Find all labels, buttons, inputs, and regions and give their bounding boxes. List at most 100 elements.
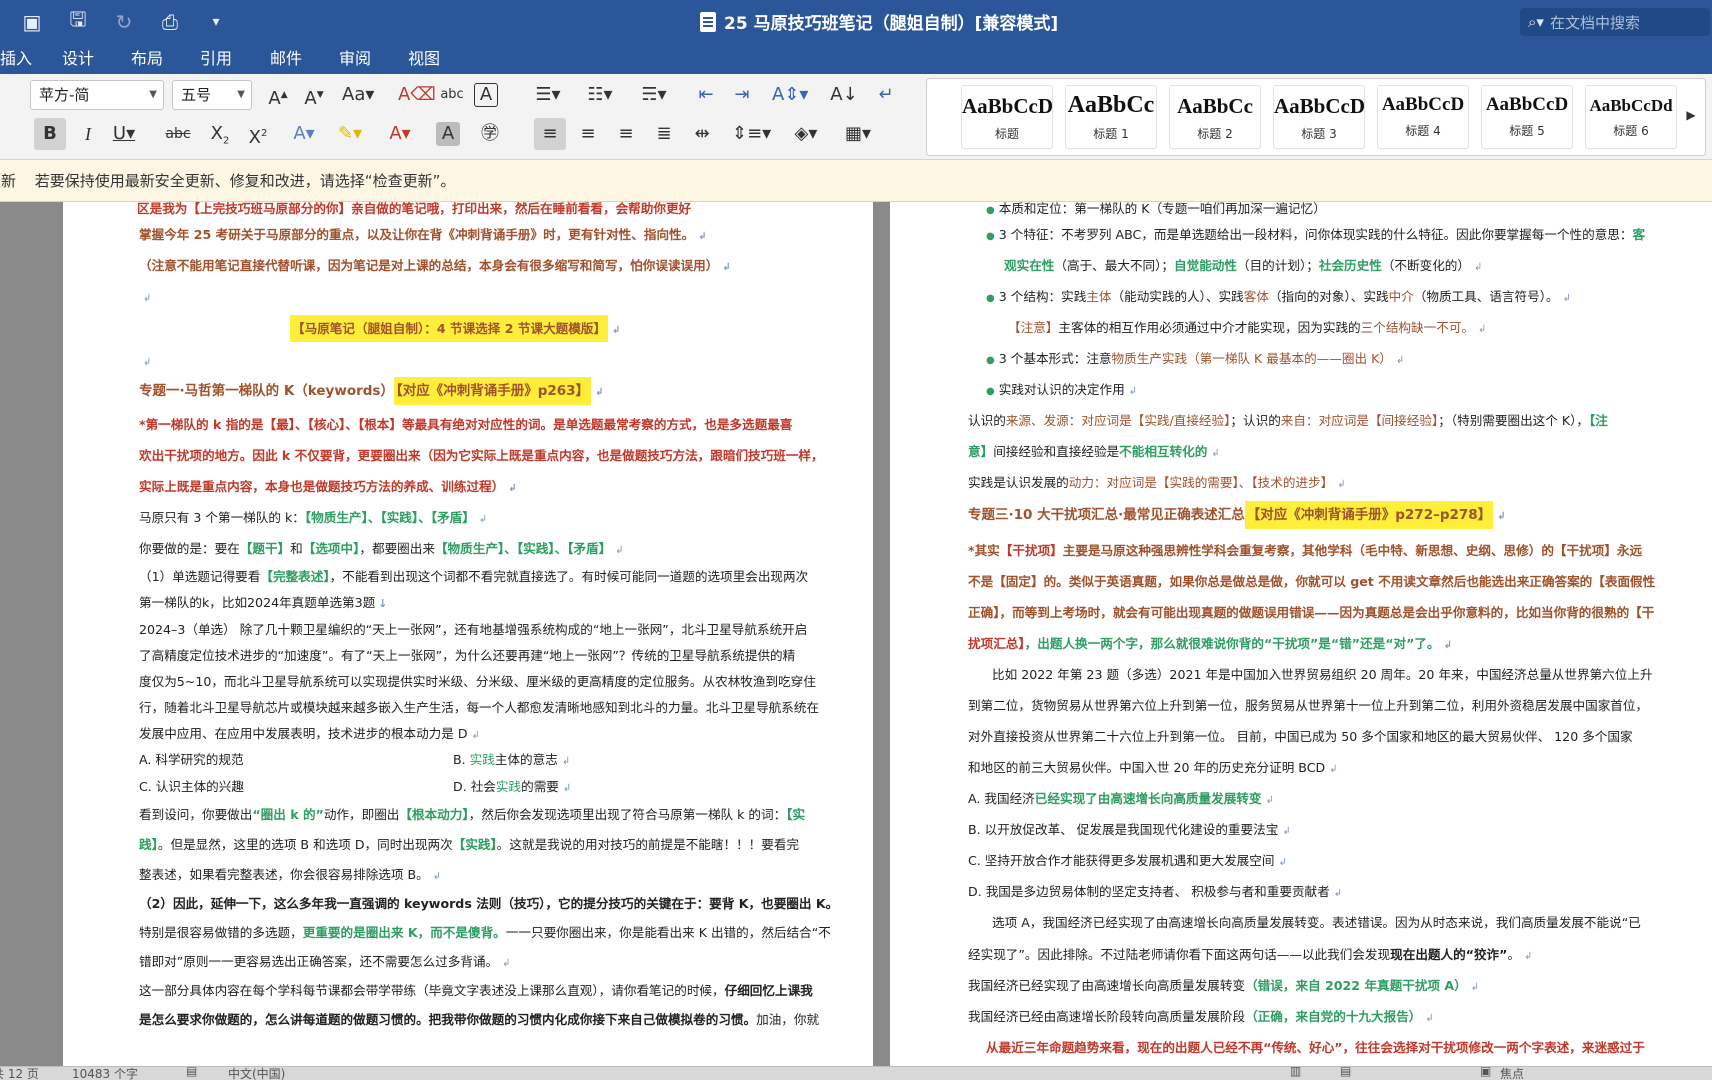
language-status[interactable]: 中文(中国)	[228, 1067, 285, 1080]
style-heading-5[interactable]: AaBbCcD 标题 5	[1481, 85, 1573, 149]
text-run: 加油，你就	[756, 1012, 820, 1027]
numbering-icon[interactable]: ☷▾	[584, 79, 616, 111]
styles-more-icon[interactable]: ▶	[1683, 99, 1699, 131]
distributed-align-button[interactable]: ⇹	[686, 118, 718, 150]
tab-review[interactable]: 审阅	[339, 44, 371, 74]
character-shading-icon[interactable]: A	[436, 122, 460, 146]
enclose-characters-icon[interactable]: ㊫	[474, 118, 506, 150]
paragraph-mark-icon: ↲	[1477, 324, 1487, 335]
text-effects-icon[interactable]: A▾	[288, 118, 320, 150]
clear-formatting-icon[interactable]: A⌫	[398, 79, 436, 111]
highlight-color-icon[interactable]: ✎▾	[334, 118, 366, 150]
document-page-right[interactable]: ● 本质和定位：第一梯队的 K（专题一咱们再加深一遍记忆） ● 3 个特征：不考罗列…	[890, 202, 1712, 1066]
text-run: （目的计划）；	[1236, 258, 1319, 273]
style-heading-4[interactable]: AaBbCcD 标题 4	[1377, 85, 1469, 149]
keyword-text: 意】	[968, 444, 994, 459]
paragraph-mark-icon: ↲	[1524, 951, 1533, 962]
line-break-icon: ↓	[378, 597, 388, 610]
tab-mailings[interactable]: 邮件	[270, 44, 302, 74]
paragraph-mark-icon: ↲	[1562, 293, 1571, 304]
show-formatting-icon[interactable]: ↵	[870, 79, 902, 111]
heading-text: 专题一·马哲第一梯队的 K（keywords）	[139, 383, 394, 399]
text-line: （1）单选题记得要看【完整表述】，不能看到出现这个词都不看完就直接选了。有时候可…	[139, 568, 808, 586]
focus-icon[interactable]: ▣	[1480, 1067, 1491, 1078]
shrink-font-icon[interactable]: A▼	[298, 79, 330, 111]
phonetic-guide-icon[interactable]: abc	[436, 79, 468, 111]
text-run: （物质工具、语言符号）。	[1413, 289, 1559, 304]
superscript-button[interactable]: X2	[242, 118, 274, 150]
multilevel-list-icon[interactable]: ☴▾	[638, 79, 670, 111]
align-left-button[interactable]: ≡	[534, 118, 566, 150]
customize-toolbar-icon[interactable]: ▾	[202, 8, 230, 36]
tab-insert[interactable]: 插入	[0, 44, 32, 74]
document-page-left[interactable]: 区是我为【上完技巧班马原部分的你】亲自做的笔记哦，打印出来，然后在睡前看看，会帮…	[63, 202, 873, 1066]
view-web-layout-icon[interactable]: ▤	[1340, 1067, 1351, 1078]
grow-font-icon[interactable]: A▲	[262, 79, 294, 111]
tab-design[interactable]: 设计	[62, 44, 94, 74]
keyword-text: 【物质生产】、【实践】、【矛盾】	[434, 541, 612, 556]
bullets-icon[interactable]: ☰▾	[532, 79, 564, 111]
text-run: *其实	[968, 543, 1000, 558]
redo-icon[interactable]: ↻	[110, 8, 138, 36]
style-name: 标题 6	[1613, 124, 1649, 138]
style-heading-3[interactable]: AaBbCcD 标题 3	[1273, 85, 1365, 149]
italic-button[interactable]: I	[72, 118, 104, 150]
print-icon[interactable]: ⎙	[156, 8, 184, 36]
bullet-icon: ●	[986, 355, 995, 366]
paragraph-mark-icon: ↲	[561, 756, 571, 767]
text-line: 第一梯队的k，比如2024年真题单选第3题 ↓	[139, 594, 387, 613]
bold-button[interactable]: B	[34, 118, 66, 150]
sort-icon[interactable]: A↓	[828, 79, 860, 111]
style-heading-2[interactable]: AaBbCc 标题 2	[1169, 85, 1261, 149]
decrease-indent-icon[interactable]: ⇤	[690, 79, 722, 111]
style-heading-1[interactable]: AaBbCc 标题 1	[1065, 85, 1157, 149]
character-border-icon[interactable]: A	[474, 83, 498, 107]
borders-icon[interactable]: ▦▾	[842, 118, 874, 150]
paragraph-mark-icon: ↲	[1425, 1013, 1434, 1024]
underline-button[interactable]: U▾	[108, 118, 140, 150]
text-run: ，不能看到出现这个词都不看完就直接选了。有时候可能同一道题的选项里会出现两次	[329, 569, 809, 584]
text-line: 经实现了”。因此排除。不过陆老师请你看下面这两句话——以此我们会发现现在出题人的…	[968, 946, 1532, 966]
justify-button[interactable]: ≣	[648, 118, 680, 150]
focus-label[interactable]: 焦点	[1500, 1067, 1524, 1080]
align-right-button[interactable]: ≡	[610, 118, 642, 150]
style-title[interactable]: AaBbCcD 标题	[961, 85, 1053, 149]
sidebar-toggle-icon[interactable]: ▣	[18, 8, 46, 36]
empty-line: ↲	[139, 288, 151, 308]
bold-text: 仔细回忆上课我	[724, 983, 813, 998]
align-center-button[interactable]: ≡	[572, 118, 604, 150]
change-case-icon[interactable]: Aa▾	[342, 79, 374, 111]
text-run: 错即对”原则一一更容易选出正确答案，还不需要怎么过多背诵。	[139, 954, 499, 969]
paragraph-mark-icon: ↲	[562, 783, 572, 794]
font-size-dropdown[interactable]: 五号 ▼	[172, 80, 252, 110]
list-item: ● 实践对认识的决定作用 ↲	[986, 381, 1137, 401]
text-run: A. 我国经济	[968, 791, 1035, 806]
text-direction-icon[interactable]: A⇕▾	[772, 79, 808, 111]
option-a: A. 科学研究的规范	[139, 752, 244, 767]
subscript-button[interactable]: X2	[204, 118, 236, 150]
text-line: 实践是认识发展的动力：对应词是【实践的需要】、【技术的进步】 ↲	[968, 474, 1346, 494]
view-print-layout-icon[interactable]: ▥	[1290, 1067, 1301, 1078]
line-spacing-icon[interactable]: ⇕≡▾	[732, 118, 771, 150]
keyword-text: 物质生产实践（第一梯队 K 最基本的——圈出 K）	[1111, 351, 1392, 366]
font-color-icon[interactable]: A▾	[384, 118, 416, 150]
font-name-dropdown[interactable]: 苹方-简 ▼	[30, 80, 164, 110]
increase-indent-icon[interactable]: ⇥	[726, 79, 758, 111]
word-count[interactable]: 10483 个字	[72, 1067, 138, 1080]
document-search-input[interactable]: ⌕▾ 在文档中搜索	[1520, 8, 1710, 36]
text-run: （不断变化的）	[1381, 258, 1470, 273]
strikethrough-button[interactable]: abc	[162, 118, 194, 150]
tab-view[interactable]: 视图	[408, 44, 440, 74]
shading-icon[interactable]: ◈▾	[790, 118, 822, 150]
save-icon[interactable]: 🖫	[64, 7, 92, 36]
tab-references[interactable]: 引用	[200, 44, 232, 74]
text-run: 第一梯队的k，比如2024年真题单选第3题	[139, 595, 376, 610]
style-name: 标题 5	[1509, 124, 1545, 138]
list-item: ● 3 个结构：实践主体（能动实践的人）、实践客体（指向的对象）、实践中介（物质工…	[986, 288, 1571, 308]
section-heading-1: 专题一·马哲第一梯队的 K（keywords） 【对应《冲刺背诵手册》p263】 ↲	[139, 376, 603, 408]
proofing-icon[interactable]: ▤	[186, 1067, 197, 1078]
page-count[interactable]: 共 12 页	[0, 1067, 39, 1080]
text-run: 你要做的是：要在	[139, 541, 240, 556]
tab-layout[interactable]: 布局	[131, 44, 163, 74]
style-heading-6[interactable]: AaBbCcDd 标题 6	[1585, 85, 1677, 149]
